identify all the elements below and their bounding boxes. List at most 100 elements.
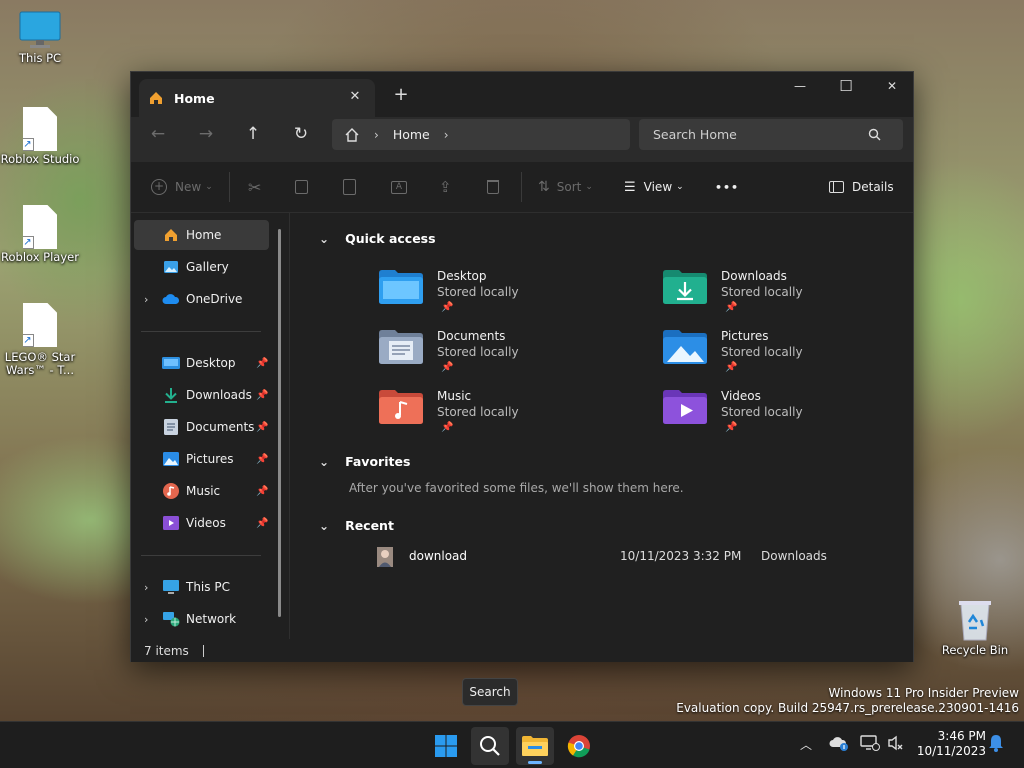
- sidebar-item-desktop[interactable]: Desktop 📌: [134, 348, 269, 378]
- navigation-pane: Home Gallery › OneDrive Desktop 📌 Downlo…: [131, 213, 290, 639]
- desktop-icon-roblox-studio[interactable]: ↗ Roblox Studio: [0, 107, 80, 166]
- quick-access-pictures[interactable]: Pictures Stored locally 📌: [663, 327, 923, 383]
- system-clock[interactable]: 3:46 PM 10/11/2023: [916, 729, 986, 759]
- recent-file-row[interactable]: download 10/11/2023 3:32 PM Downloads: [377, 547, 917, 571]
- new-button[interactable]: + New ⌄: [151, 173, 213, 201]
- copy-button[interactable]: [295, 173, 308, 201]
- cloud-icon: [162, 290, 180, 308]
- rename-button[interactable]: A: [391, 173, 407, 201]
- quick-access-documents[interactable]: Documents Stored locally 📌: [379, 327, 639, 383]
- share-button[interactable]: ⇪: [439, 173, 452, 201]
- sidebar-item-videos[interactable]: Videos 📌: [134, 508, 269, 538]
- recycle-bin-icon: [959, 601, 991, 641]
- desktop-icon-lego-star-wars[interactable]: ↗ LEGO® Star Wars™ - T...: [0, 303, 80, 377]
- volume-muted-icon[interactable]: [887, 735, 905, 755]
- maximize-button[interactable]: ☐: [823, 72, 869, 102]
- cut-button[interactable]: ✂: [248, 173, 261, 201]
- pin-icon: 📌: [256, 389, 269, 401]
- favorites-header[interactable]: ⌄ Favorites: [319, 454, 410, 469]
- taskbar-chrome[interactable]: [560, 727, 598, 765]
- documents-icon: [162, 418, 180, 436]
- sidebar-item-home[interactable]: Home: [134, 220, 269, 250]
- folder-name: Pictures: [721, 329, 769, 343]
- desktop-icon-this-pc[interactable]: This PC: [0, 10, 80, 65]
- sidebar-item-downloads[interactable]: Downloads 📌: [134, 380, 269, 410]
- refresh-button[interactable]: ↻: [287, 120, 315, 148]
- back-button[interactable]: ←: [144, 120, 172, 148]
- sidebar-item-pictures[interactable]: Pictures 📌: [134, 444, 269, 474]
- notification-bell-icon[interactable]: [989, 734, 1003, 756]
- show-hidden-icons-button[interactable]: ︿: [800, 736, 812, 753]
- more-options-button[interactable]: •••: [715, 173, 739, 201]
- chevron-down-icon: ⌄: [676, 182, 684, 192]
- desktop-icon-label: Roblox Studio: [0, 152, 80, 166]
- file-explorer-window: Home ✕ + — ☐ ✕ ← → ↑ ↻ › Home › + New ⌄ …: [130, 71, 914, 662]
- breadcrumb-home[interactable]: Home: [393, 127, 430, 142]
- download-icon: [162, 386, 180, 404]
- chevron-right-icon[interactable]: ›: [144, 581, 148, 594]
- sidebar-item-onedrive[interactable]: › OneDrive: [134, 284, 269, 314]
- quick-access-music[interactable]: Music Stored locally 📌: [379, 387, 639, 443]
- quick-access-desktop[interactable]: Desktop Stored locally 📌: [379, 267, 639, 323]
- network-status-icon[interactable]: [860, 735, 880, 755]
- forward-button[interactable]: →: [192, 120, 220, 148]
- sidebar-scrollbar[interactable]: [278, 229, 281, 617]
- desktop-icon-label: Recycle Bin: [941, 643, 1009, 657]
- section-title: Recent: [345, 518, 394, 533]
- tab-home[interactable]: Home ✕: [139, 79, 375, 117]
- sidebar-item-music[interactable]: Music 📌: [134, 476, 269, 506]
- taskbar-file-explorer[interactable]: [516, 727, 554, 765]
- taskbar-search-button[interactable]: [471, 727, 509, 765]
- search-input[interactable]: [653, 127, 868, 142]
- clock-date: 10/11/2023: [916, 744, 986, 758]
- desktop-icon-label-line2: Wars™ - T...: [6, 363, 74, 377]
- quick-access-videos[interactable]: Videos Stored locally 📌: [663, 387, 923, 443]
- sidebar-item-documents[interactable]: Documents 📌: [134, 412, 269, 442]
- view-list-icon: ☰: [624, 179, 636, 195]
- folder-name: Downloads: [721, 269, 787, 283]
- window-close-button[interactable]: ✕: [869, 72, 915, 102]
- toolbar-divider: [229, 172, 230, 202]
- sort-button[interactable]: ⇅ Sort ⌄: [538, 173, 593, 201]
- desktop-icon-recycle-bin[interactable]: Recycle Bin: [935, 598, 1015, 657]
- up-button[interactable]: ↑: [239, 120, 267, 148]
- delete-button[interactable]: [487, 173, 499, 201]
- paste-button[interactable]: [343, 173, 356, 201]
- gallery-icon: [162, 258, 180, 276]
- pane-divider: [289, 213, 290, 639]
- section-title: Quick access: [345, 231, 436, 246]
- new-tab-button[interactable]: +: [389, 84, 413, 108]
- sidebar-item-gallery[interactable]: Gallery: [134, 252, 269, 282]
- desktop-folder-icon: [162, 354, 180, 372]
- pictures-folder-icon: [663, 330, 707, 364]
- minimize-button[interactable]: —: [777, 72, 823, 102]
- quick-access-downloads[interactable]: Downloads Stored locally 📌: [663, 267, 923, 323]
- music-folder-icon: [379, 390, 423, 424]
- sidebar-item-label: OneDrive: [186, 292, 243, 306]
- onedrive-status-icon[interactable]: [829, 735, 849, 755]
- pin-icon: 📌: [256, 421, 269, 433]
- breadcrumb-separator[interactable]: ›: [444, 128, 449, 142]
- sidebar-item-label: This PC: [186, 580, 230, 594]
- close-icon[interactable]: ✕: [345, 87, 365, 107]
- chevron-down-icon: ⌄: [585, 182, 593, 192]
- start-button[interactable]: [427, 727, 465, 765]
- sidebar-item-this-pc[interactable]: › This PC: [134, 572, 269, 602]
- desktop-icon-roblox-player[interactable]: ↗ Roblox Player: [0, 205, 80, 264]
- details-button[interactable]: Details: [829, 173, 894, 201]
- tab-title: Home: [174, 90, 215, 106]
- share-icon: ⇪: [439, 178, 452, 196]
- search-box[interactable]: [639, 119, 903, 150]
- sidebar-item-label: Desktop: [186, 356, 236, 370]
- view-button[interactable]: ☰ View ⌄: [624, 173, 684, 201]
- image-file-thumbnail-icon: [377, 547, 393, 567]
- breadcrumb-separator: ›: [374, 127, 379, 142]
- title-bar: Home ✕ + — ☐ ✕: [131, 72, 913, 117]
- address-bar[interactable]: › Home ›: [332, 119, 630, 150]
- recent-header[interactable]: ⌄ Recent: [319, 518, 394, 533]
- sidebar-item-network[interactable]: › Network: [134, 604, 269, 634]
- chevron-right-icon[interactable]: ›: [144, 293, 148, 306]
- quick-access-header[interactable]: ⌄ Quick access: [319, 231, 436, 246]
- search-tooltip: Search: [462, 678, 518, 706]
- chevron-right-icon[interactable]: ›: [144, 613, 148, 626]
